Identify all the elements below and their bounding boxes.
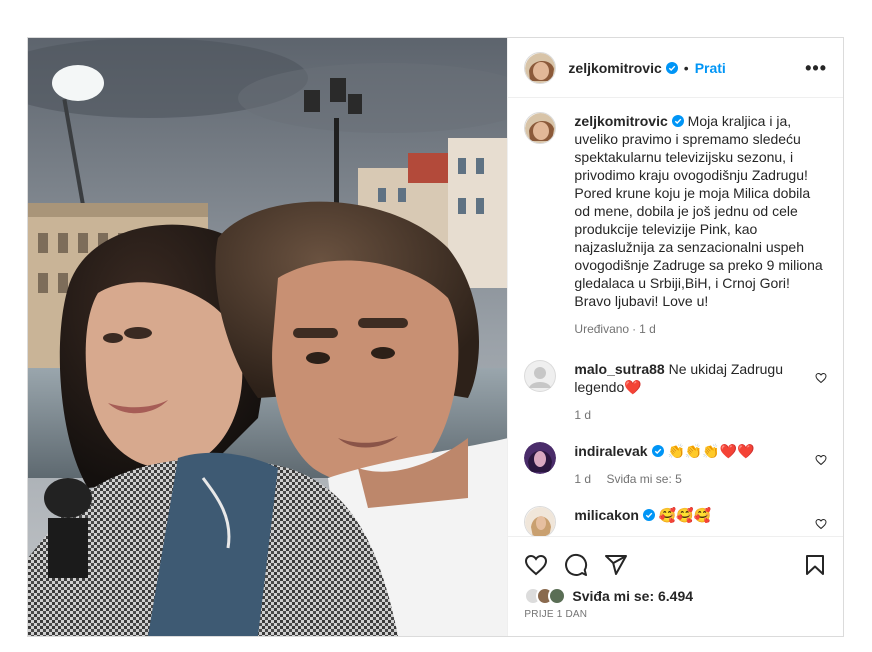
caption-username[interactable]: zeljkomitrovic (574, 113, 667, 129)
comment-emoji: 🥰🥰🥰 (658, 507, 712, 523)
comment-username[interactable]: indiralevak (574, 443, 647, 459)
liker-avatars[interactable] (524, 587, 567, 605)
likes-count[interactable]: Sviđa mi se: 6.494 (572, 588, 693, 604)
caption-text: Moja kraljica i ja, uveliko pravimo i sp… (574, 113, 823, 309)
comment-item: indiralevak 👏👏👏❤️❤️ 1 d Sviđa mi se: 5 (524, 442, 827, 488)
comment-emoji: 👏👏👏❤️❤️ (667, 443, 755, 459)
caption-meta: Uređivano · 1 d (574, 320, 827, 338)
comment-meta: 1 d Sviđa mi se: 5 (574, 470, 803, 488)
comment-time[interactable]: 1 d (574, 408, 591, 422)
more-options-icon[interactable]: ••• (805, 59, 827, 77)
verified-badge-icon (651, 445, 664, 457)
verified-badge-icon (671, 115, 684, 127)
follow-button[interactable]: Prati (695, 60, 726, 76)
comment-likes[interactable]: Sviđa mi se: 5 (606, 472, 681, 486)
comment-icon[interactable] (564, 553, 588, 577)
author-username[interactable]: zeljkomitrovic (568, 60, 661, 76)
comment-emoji: ❤️ (624, 379, 642, 395)
verified-badge-icon (643, 509, 655, 521)
liker-avatar (548, 587, 567, 605)
caption-time[interactable]: 1 d (639, 322, 656, 336)
post-photo[interactable] (28, 38, 508, 636)
commenter-avatar[interactable] (524, 442, 557, 474)
comments-section[interactable]: zeljkomitrovic Moja kraljica i ja, uveli… (508, 98, 843, 536)
bookmark-icon[interactable] (803, 553, 827, 577)
like-comment-heart-icon[interactable] (815, 518, 827, 530)
comment-username[interactable]: milicakon (574, 507, 639, 523)
verified-badge-icon (665, 61, 678, 74)
post-actions: Sviđa mi se: 6.494 PRIJE 1 DAN (508, 536, 843, 636)
share-icon[interactable] (604, 553, 628, 577)
heart-icon[interactable] (524, 553, 548, 577)
like-comment-heart-icon[interactable] (815, 454, 827, 466)
commenter-avatar[interactable] (524, 506, 557, 536)
post-caption: zeljkomitrovic Moja kraljica i ja, uveli… (524, 112, 827, 338)
header-separator: • (683, 59, 689, 76)
author-avatar[interactable] (524, 51, 557, 84)
comment-item: malo_sutra88 Ne ukidaj Zadrugu legendo❤️… (524, 360, 827, 424)
post-sidebar: zeljkomitrovic • Prati ••• zeljkomitrovi… (507, 38, 843, 636)
caption-avatar[interactable] (524, 112, 557, 144)
like-comment-heart-icon[interactable] (815, 372, 827, 384)
post-header: zeljkomitrovic • Prati ••• (508, 38, 843, 98)
edited-label: Uređivano (574, 322, 630, 336)
likes-row: Sviđa mi se: 6.494 (524, 587, 827, 605)
instagram-post: zeljkomitrovic • Prati ••• zeljkomitrovi… (27, 37, 844, 637)
comment-username[interactable]: malo_sutra88 (574, 361, 664, 377)
comment-time[interactable]: 1 d (574, 472, 591, 486)
post-date[interactable]: PRIJE 1 DAN (524, 609, 827, 620)
action-icons (524, 545, 827, 585)
comment-item: milicakon 🥰🥰🥰 1 d (524, 506, 827, 536)
commenter-avatar[interactable] (524, 360, 557, 392)
meta-separator: · (632, 322, 637, 336)
comment-meta: 1 d (574, 406, 803, 424)
